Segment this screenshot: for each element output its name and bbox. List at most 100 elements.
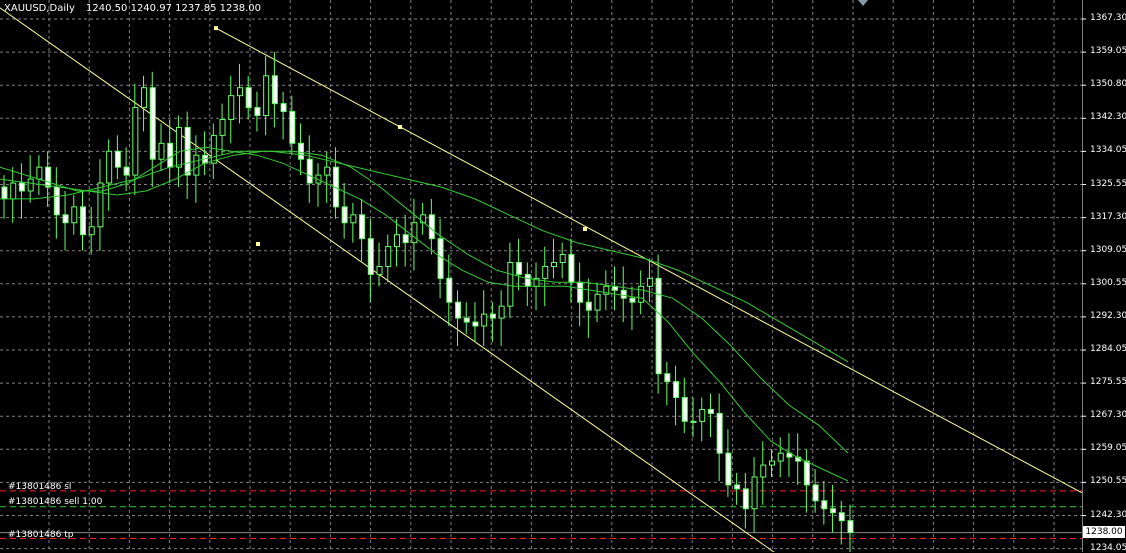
candle-body-up — [550, 261, 557, 267]
candle-body-up — [385, 246, 392, 267]
candle — [760, 441, 767, 505]
candle-body-down — [742, 488, 749, 510]
current-price-box: 1238.00 — [1083, 526, 1125, 538]
candle-body-down — [437, 238, 444, 279]
candle — [455, 290, 462, 346]
candle — [638, 270, 645, 315]
candle-body-up — [690, 420, 697, 423]
candle — [812, 469, 819, 513]
candle-body-down — [664, 373, 671, 383]
candle — [36, 155, 43, 195]
candle — [359, 198, 366, 263]
price-tick-label: 1284.05 — [1090, 344, 1126, 354]
candle — [263, 55, 270, 136]
candle-body-down — [298, 142, 305, 160]
candle — [53, 167, 60, 239]
moving-average-line — [0, 150, 849, 454]
candle — [367, 218, 374, 303]
price-tick-label: 1342.30 — [1090, 112, 1126, 123]
price-tick-label: 1317.30 — [1090, 211, 1126, 222]
candle-body-down — [289, 111, 296, 144]
candle-body-up — [498, 305, 505, 319]
candle — [742, 472, 749, 529]
channel-anchor — [256, 242, 260, 246]
candle — [751, 457, 758, 533]
candle — [559, 242, 566, 279]
candle — [524, 262, 531, 307]
candle — [498, 290, 505, 346]
price-tick-label: 1350.80 — [1090, 79, 1126, 90]
candle — [254, 91, 261, 132]
candle-body-down — [673, 381, 680, 399]
candle — [315, 163, 322, 207]
candle — [114, 135, 121, 180]
candle — [27, 155, 34, 203]
candle — [437, 218, 444, 299]
candle-body-up — [777, 452, 784, 462]
chart-window[interactable]: XAUUSD,Daily 1240.50 1240.97 1237.85 123… — [0, 0, 1126, 553]
candle-body-up — [751, 476, 758, 510]
candle-body-up — [71, 206, 78, 224]
candle-body-up — [219, 118, 226, 136]
candle — [324, 151, 331, 203]
candle — [786, 433, 793, 477]
candle-body-up — [638, 285, 645, 303]
candle-body-down — [812, 484, 819, 502]
candle — [210, 123, 217, 180]
candle-body-up — [141, 87, 148, 109]
candle — [568, 238, 575, 303]
candle-body-up — [393, 234, 400, 248]
candle-body-down — [341, 206, 348, 224]
candle-body-up — [324, 166, 331, 176]
candle-body-up — [158, 142, 165, 160]
candle — [629, 286, 636, 331]
candle — [664, 361, 671, 406]
candle-body-down — [524, 273, 531, 287]
candle-body-up — [175, 126, 182, 168]
candle — [420, 202, 427, 235]
candle-body-down — [516, 261, 523, 275]
candle-body-down — [472, 321, 479, 327]
candle-body-up — [760, 464, 767, 478]
candle-body-down — [79, 206, 86, 236]
symbol-label: XAUUSD,Daily — [4, 3, 75, 14]
order-sell-label: #13801486 sell 1.00 — [8, 497, 103, 507]
candle-body-down — [306, 158, 313, 184]
candle — [707, 393, 714, 438]
candle-body-down — [803, 460, 810, 486]
price-tick-label: 1325.55 — [1090, 178, 1126, 189]
candle — [585, 278, 592, 338]
candle-body-up — [27, 178, 34, 192]
candle-body-up — [376, 265, 383, 275]
price-tick-label: 1250.55 — [1090, 476, 1126, 487]
price-tick-label: 1275.55 — [1090, 377, 1126, 388]
candle — [803, 449, 810, 513]
candle — [734, 472, 741, 505]
candle-body-up — [236, 87, 243, 97]
candle — [10, 167, 17, 223]
channel-anchor — [398, 125, 402, 129]
candle-body-down — [53, 186, 60, 216]
candle-body-down — [62, 214, 69, 224]
candle-body-up — [36, 166, 43, 180]
candle-body-up — [88, 226, 95, 236]
price-chart[interactable] — [0, 0, 1082, 552]
candle-body-down — [489, 313, 496, 319]
candle — [71, 194, 78, 235]
candle — [481, 290, 488, 346]
candle-body-down — [838, 512, 845, 522]
candle-body-up — [228, 95, 235, 120]
candle — [603, 270, 610, 311]
chart-shift-marker — [858, 0, 868, 6]
candle-body-down — [585, 301, 592, 311]
candle — [838, 500, 845, 545]
candle-body-down — [114, 150, 121, 168]
candle-body-down — [734, 484, 741, 490]
candle — [830, 484, 837, 533]
candle-body-down — [184, 126, 191, 176]
candle — [472, 302, 479, 342]
candle-body-up — [594, 293, 601, 311]
candle-body-down — [271, 75, 278, 105]
moving-average-line — [0, 150, 849, 363]
candle-body-up — [350, 214, 357, 224]
